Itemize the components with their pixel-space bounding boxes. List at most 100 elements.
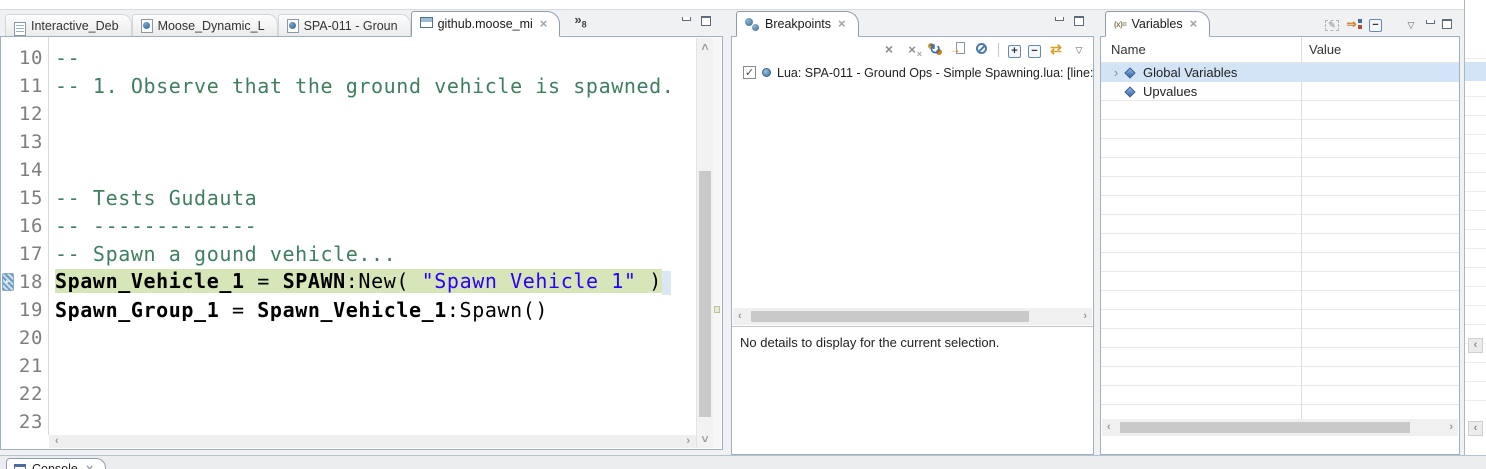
- code-line[interactable]: 23: [1, 408, 696, 436]
- marker-gutter[interactable]: [1, 324, 15, 352]
- marker-gutter[interactable]: [1, 184, 15, 212]
- minimize-icon[interactable]: [1426, 20, 1435, 28]
- code-line[interactable]: 10--: [1, 44, 696, 72]
- marker-gutter[interactable]: [1, 44, 15, 72]
- overview-ruler[interactable]: [713, 38, 721, 448]
- marker-gutter[interactable]: [1, 296, 15, 324]
- line-number[interactable]: 12: [15, 103, 48, 125]
- marker-gutter[interactable]: [1, 72, 15, 100]
- editor-horizontal-scrollbar[interactable]: ‹ ›: [49, 435, 696, 448]
- variable-row[interactable]: ›Global Variables: [1101, 63, 1459, 82]
- scroll-left-arrow[interactable]: ‹: [55, 435, 59, 448]
- editor-tab-spa-011-groun[interactable]: SPA-011 - Groun: [278, 14, 411, 36]
- editor-tab-interactive-deb[interactable]: Interactive_Deb: [5, 14, 132, 36]
- tab-variables[interactable]: (x)= Variables ×: [1105, 11, 1210, 37]
- line-number[interactable]: 13: [15, 131, 48, 153]
- code-lines[interactable]: 10--11-- 1. Observe that the ground vehi…: [1, 44, 696, 436]
- code-line[interactable]: 16-- -------------: [1, 212, 696, 240]
- marker-gutter[interactable]: [1, 212, 15, 240]
- skip-all-breakpoints-icon[interactable]: [973, 40, 989, 59]
- line-number[interactable]: 18: [15, 271, 48, 293]
- marker-gutter[interactable]: [1, 408, 15, 436]
- marker-gutter[interactable]: [1, 128, 15, 156]
- column-header-value[interactable]: Value: [1309, 42, 1341, 57]
- line-number[interactable]: 15: [15, 187, 48, 209]
- marker-gutter[interactable]: [1, 156, 15, 184]
- scroll-left-arrow[interactable]: ‹: [738, 308, 742, 325]
- collapse-all-icon[interactable]: −: [1369, 15, 1382, 33]
- marker-gutter[interactable]: [1, 352, 15, 380]
- scroll-right-arrow[interactable]: ›: [1083, 308, 1087, 325]
- scroll-right-arrow[interactable]: ›: [1449, 419, 1453, 436]
- column-header-name[interactable]: Name: [1111, 42, 1146, 57]
- scroll-left-arrow[interactable]: ‹: [1468, 338, 1483, 353]
- code-line[interactable]: ▸18Spawn_Vehicle_1 = SPAWN:New( "Spawn V…: [1, 268, 696, 296]
- code-line[interactable]: 20: [1, 324, 696, 352]
- show-type-names-icon[interactable]: ✎: [1325, 15, 1339, 33]
- breakpoint-checkbox[interactable]: ✓: [743, 66, 756, 79]
- maximize-button[interactable]: [701, 16, 711, 26]
- code-line[interactable]: 22: [1, 380, 696, 408]
- code-line[interactable]: 14: [1, 156, 696, 184]
- line-number[interactable]: 22: [15, 383, 48, 405]
- scroll-left-arrow[interactable]: ‹: [1107, 419, 1111, 436]
- code-line[interactable]: 12: [1, 100, 696, 128]
- line-number[interactable]: 14: [15, 159, 48, 181]
- marker-gutter[interactable]: [1, 100, 15, 128]
- remove-all-breakpoints-icon[interactable]: ××: [904, 41, 920, 59]
- minimize-button[interactable]: [1055, 17, 1064, 25]
- breakpoint-entry[interactable]: ✓Lua: SPA-011 - Ground Ops - Simple Spaw…: [732, 63, 1093, 82]
- line-number[interactable]: 21: [15, 355, 48, 377]
- line-number[interactable]: 11: [15, 75, 48, 97]
- editor-vertical-scrollbar[interactable]: ˄ ˅: [696, 38, 713, 448]
- tab-console[interactable]: Console ×: [6, 458, 106, 469]
- expand-all-icon[interactable]: +: [1008, 41, 1021, 59]
- maximize-button[interactable]: [1074, 16, 1084, 26]
- code-line[interactable]: 17-- Spawn a gound vehicle...: [1, 240, 696, 268]
- scroll-left-arrow[interactable]: ‹: [1468, 421, 1483, 436]
- marker-gutter[interactable]: [1, 240, 15, 268]
- line-number[interactable]: 16: [15, 215, 48, 237]
- line-number[interactable]: 10: [15, 47, 48, 69]
- collapse-all-icon[interactable]: −: [1028, 41, 1041, 59]
- marker-gutter[interactable]: [1, 380, 15, 408]
- view-menu-icon[interactable]: ▽: [1071, 40, 1087, 59]
- close-icon[interactable]: ×: [540, 19, 548, 29]
- marker-gutter[interactable]: ▸: [1, 268, 15, 296]
- code-editor[interactable]: 10--11-- 1. Observe that the ground vehi…: [0, 36, 723, 450]
- editor-tab-moose-dynamic-l[interactable]: Moose_Dynamic_L: [132, 14, 278, 36]
- close-icon[interactable]: ×: [86, 464, 94, 469]
- close-icon[interactable]: ×: [1190, 19, 1198, 29]
- overview-annotation[interactable]: [714, 306, 720, 313]
- code-line[interactable]: 11-- 1. Observe that the ground vehicle …: [1, 72, 696, 100]
- link-with-debug-view-icon[interactable]: ⇄: [1048, 41, 1064, 59]
- show-logical-structure-icon[interactable]: ⇒: [1346, 15, 1362, 33]
- refresh-breakpoints-icon[interactable]: ↻: [927, 41, 943, 59]
- more-editors-chevron[interactable]: »8: [574, 12, 586, 30]
- line-number[interactable]: 20: [15, 327, 48, 349]
- scroll-right-arrow[interactable]: ›: [686, 435, 690, 448]
- code-line[interactable]: 19Spawn_Group_1 = Spawn_Vehicle_1:Spawn(…: [1, 296, 696, 324]
- close-icon[interactable]: ×: [838, 19, 846, 29]
- scroll-down-arrow[interactable]: ˅: [697, 432, 713, 446]
- minimize-button[interactable]: [682, 17, 691, 25]
- tab-breakpoints[interactable]: Breakpoints ×: [736, 11, 859, 37]
- scrollbar-thumb[interactable]: [1120, 422, 1410, 433]
- variable-row[interactable]: Upvalues: [1101, 82, 1459, 101]
- scrollbar-thumb[interactable]: [751, 311, 1029, 322]
- line-number[interactable]: 17: [15, 243, 48, 265]
- view-menu-icon[interactable]: ▽: [1403, 15, 1419, 34]
- scrollbar-thumb[interactable]: [699, 171, 711, 417]
- go-to-file-for-breakpoint-icon[interactable]: →: [950, 40, 966, 59]
- editor-tab-github-moose-mi[interactable]: github.moose_mi×: [411, 11, 561, 37]
- code-line[interactable]: 21: [1, 352, 696, 380]
- code-line[interactable]: 13: [1, 128, 696, 156]
- variables-horizontal-scrollbar[interactable]: ‹ ›: [1102, 419, 1458, 436]
- code-line[interactable]: 15-- Tests Gudauta: [1, 184, 696, 212]
- line-number[interactable]: 23: [15, 411, 48, 433]
- breakpoints-horizontal-scrollbar[interactable]: ‹ ›: [733, 308, 1092, 325]
- expand-chevron-icon[interactable]: ›: [1109, 65, 1123, 80]
- remove-breakpoint-icon[interactable]: ×: [881, 41, 897, 59]
- line-number[interactable]: 19: [15, 299, 48, 321]
- scroll-up-arrow[interactable]: ˄: [697, 40, 713, 54]
